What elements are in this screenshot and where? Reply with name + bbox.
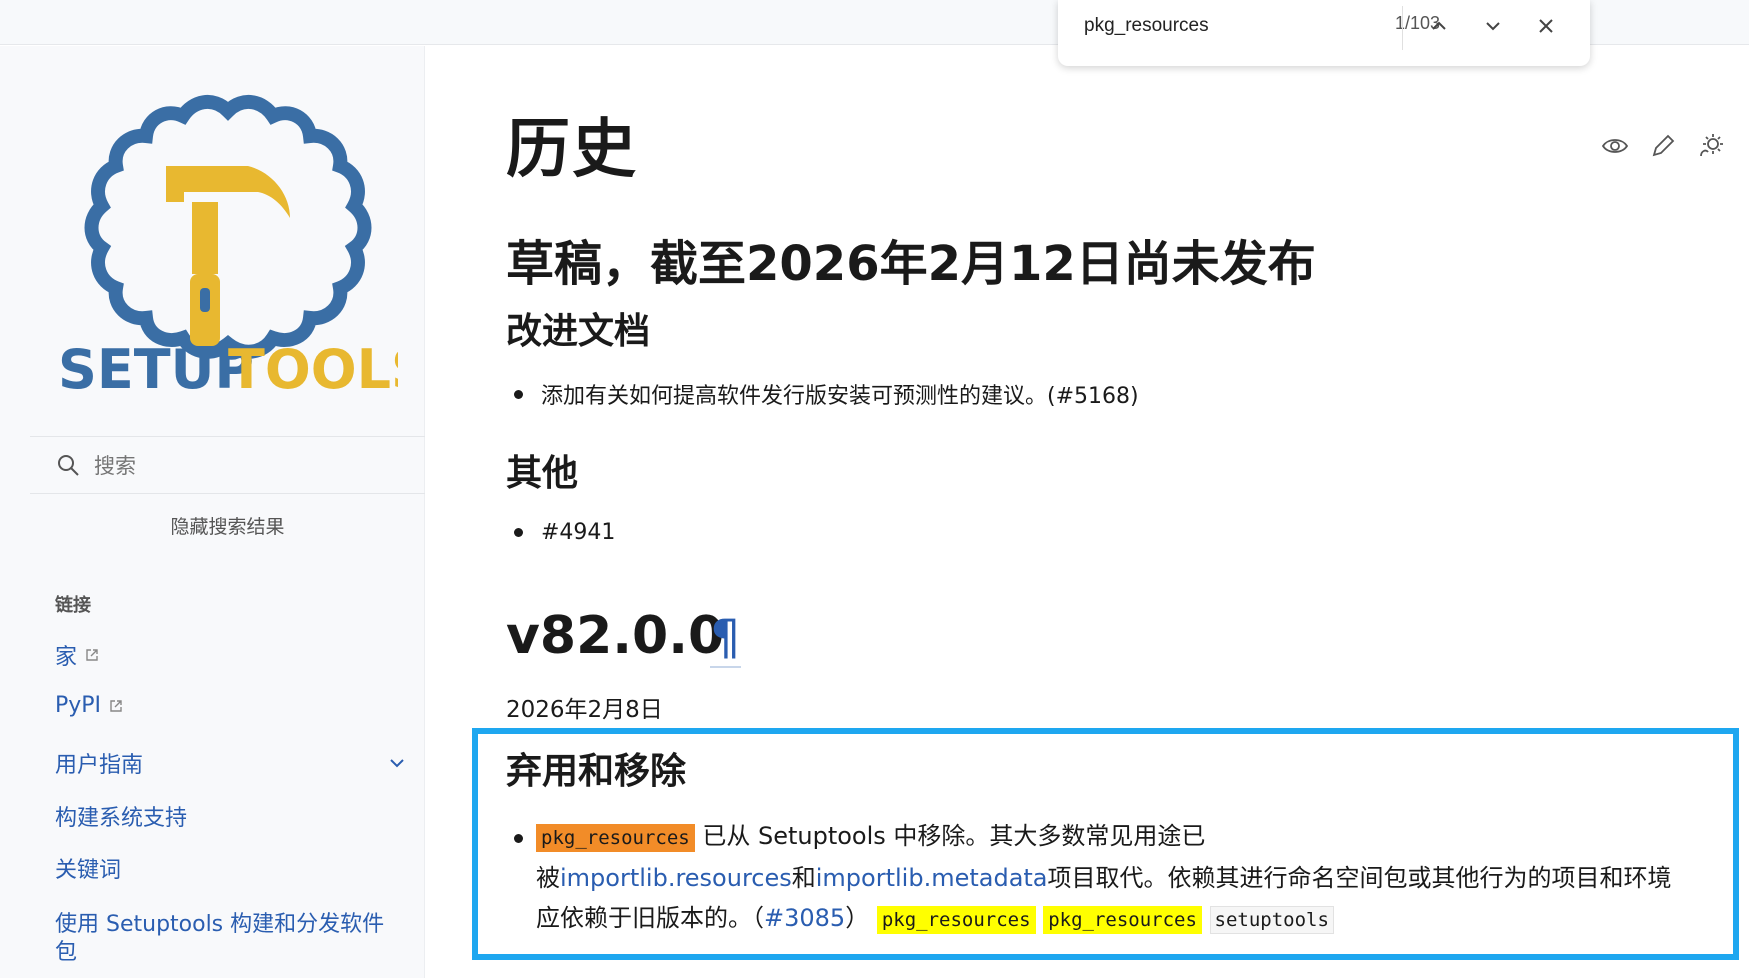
sidebar-item-label: 关键词	[55, 858, 122, 883]
sidebar-item-label: PyPI	[55, 693, 102, 718]
section-improved-docs: 改进文档	[506, 311, 651, 352]
external-link-icon	[86, 649, 98, 661]
find-input[interactable]	[1084, 12, 1314, 40]
list-item: #4941	[514, 520, 615, 545]
sidebar-search	[30, 436, 425, 494]
highlight-frame	[472, 728, 1739, 960]
section-misc: 其他	[506, 453, 579, 494]
theme-toggle-icon[interactable]	[1697, 132, 1725, 160]
search-input[interactable]	[94, 451, 394, 481]
sidebar-item-build-distribute[interactable]: 使用 Setuptools 构建和分发软件	[55, 906, 384, 938]
logo-text-tools: TOOLS	[228, 338, 398, 401]
down-arrow-icon	[1486, 22, 1500, 31]
hide-search-results-link[interactable]: 隐藏搜索结果	[0, 512, 455, 539]
find-next-button[interactable]	[1476, 10, 1510, 42]
sidebar-item-pypi[interactable]: PyPI	[55, 693, 123, 718]
sidebar-item-label: 包	[55, 940, 78, 965]
setuptools-logo[interactable]: SETUP TOOLS	[58, 76, 398, 406]
version-heading: v82.0.0	[506, 606, 725, 666]
sidebar-item-keywords[interactable]: 关键词	[55, 852, 121, 884]
list-item-text: 添加有关如何提高软件发行版安装可预测性的建议。(#5168)	[541, 384, 1139, 409]
eye-icon[interactable]	[1601, 132, 1629, 160]
permalink-anchor[interactable]: ¶	[710, 610, 741, 668]
external-link-icon	[110, 699, 122, 712]
chevron-down-icon[interactable]	[386, 752, 408, 774]
find-previous-button[interactable]	[1422, 10, 1456, 42]
sidebar-item-build-distribute-cont[interactable]: 包	[55, 934, 77, 966]
bullet-dot	[514, 389, 523, 399]
sidebar-item-label: 构建系统支持	[55, 806, 188, 831]
edit-icon[interactable]	[1649, 132, 1677, 160]
gear-outline	[84, 95, 372, 360]
logo-text-setup: SETUP	[58, 338, 254, 401]
list-item-text: #4941	[541, 520, 616, 545]
sidebar-item-home[interactable]: 家	[55, 639, 99, 671]
release-date: 2026年2月8日	[506, 697, 663, 723]
page-title: 历史	[506, 113, 638, 187]
nav-caption-links: 链接	[55, 595, 91, 616]
sidebar-item-build-system[interactable]: 构建系统支持	[55, 800, 187, 832]
sidebar-item-label: 使用 Setuptools 构建和分发软件	[55, 912, 385, 937]
hammer-icon	[166, 166, 290, 346]
find-close-button[interactable]	[1529, 10, 1563, 42]
search-icon	[58, 455, 79, 476]
sidebar-item-label: 家	[55, 645, 78, 670]
list-item: 添加有关如何提高软件发行版安装可预测性的建议。(#5168)	[514, 378, 1139, 410]
close-icon	[1539, 19, 1553, 33]
sidebar-item-label: 用户指南	[55, 753, 144, 778]
sidebar-item-user-guide[interactable]: 用户指南	[55, 747, 143, 779]
up-arrow-icon	[1432, 21, 1446, 30]
bullet-dot	[514, 528, 523, 537]
find-separator	[1402, 6, 1403, 50]
page-toolbar	[1601, 132, 1725, 160]
sidebar: SETUP TOOLS 隐藏搜索结果 链接 家 PyPI 用户指南 构建系统支持…	[0, 46, 425, 978]
draft-heading: 草稿，截至2026年2月12日尚未发布	[506, 236, 1316, 292]
